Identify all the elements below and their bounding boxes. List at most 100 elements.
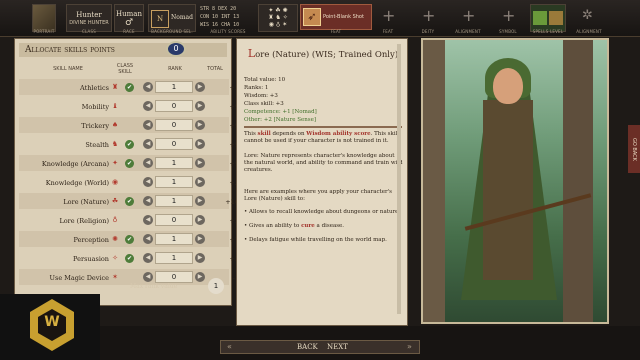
nomad-icon: N	[151, 10, 169, 28]
rank-value: 1	[155, 176, 193, 188]
ability-score-link[interactable]: Wisdom ability score	[306, 131, 370, 137]
race-caption: RACE	[123, 29, 135, 34]
next-button[interactable]: NEXT	[327, 343, 348, 351]
increase-rank-button[interactable]: ▶	[195, 234, 205, 244]
feat2-plus-icon[interactable]: +	[382, 8, 395, 24]
increase-rank-button[interactable]: ▶	[195, 272, 205, 282]
race-step[interactable]: Human ♂	[114, 4, 144, 32]
skill-row[interactable]: Stealth ♞ ✔ ◀ 0 ▶ +5	[19, 136, 239, 152]
decrease-rank-button[interactable]: ◀	[143, 158, 153, 168]
decrease-rank-button[interactable]: ◀	[143, 177, 153, 187]
go-back-tab[interactable]: GO BACK	[628, 125, 640, 173]
increase-rank-button[interactable]: ▶	[195, 101, 205, 111]
deity-plus-icon[interactable]: +	[422, 8, 435, 24]
bow-feat-icon: ➶	[303, 8, 321, 26]
header-class-skill: CLASS SKILL	[116, 63, 134, 75]
skill-icon: ♞	[111, 140, 119, 148]
symbol-plus-icon[interactable]: +	[502, 8, 515, 24]
alignment-caption: ALIGNMENT	[455, 29, 481, 34]
creation-steps-bar: PORTRAIT Hunter DIVINE HUNTER CLASS Huma…	[0, 0, 640, 37]
decrease-rank-button[interactable]: ◀	[143, 234, 153, 244]
skill-row[interactable]: Lore (Religion) ♁ ◀ 0 ▶ +3	[19, 212, 239, 228]
decrease-rank-button[interactable]: ◀	[143, 196, 153, 206]
skill-name: Use Magic Device	[49, 274, 110, 282]
skill-name: Trickery	[81, 122, 109, 130]
description-scrollbar[interactable]	[397, 44, 401, 314]
rank-value: 0	[155, 271, 193, 283]
feat-step[interactable]: ➶ Point-Blank Shot	[300, 4, 372, 30]
class-skill-check-icon: ✔	[125, 197, 134, 206]
portrait-step[interactable]	[32, 4, 56, 32]
increase-rank-button[interactable]: ▶	[195, 158, 205, 168]
class-sub: DIVINE HUNTER	[69, 20, 109, 26]
logo-letter-icon: W	[44, 314, 60, 330]
skill-total: +5	[229, 122, 239, 130]
description-p2: Lore: Nature represents character's know…	[244, 153, 403, 173]
decrease-rank-button[interactable]: ◀	[143, 272, 153, 282]
ability-scores-step[interactable]: STR 8 DEX 20 CON 10 INT 13 WIS 16 CHA 10	[200, 5, 252, 29]
spells-step[interactable]	[530, 4, 566, 32]
skill-total: +7	[229, 236, 239, 244]
skill-row[interactable]: Lore (Nature) ☘ ✔ ◀ 1 ▶ +10	[19, 193, 239, 209]
skill-total: +3	[229, 84, 239, 92]
background-step[interactable]: N Nomad	[148, 4, 196, 32]
increase-rank-button[interactable]: ▶	[195, 253, 205, 263]
decrease-rank-button[interactable]: ◀	[143, 101, 153, 111]
skills-step[interactable]: ✦ ☘ ✺ ♜ ♞ ✧ ◉ ♁ ✶	[258, 4, 298, 32]
skill-link[interactable]: skill	[258, 131, 271, 137]
background-name: Nomad	[171, 14, 193, 21]
skill-row[interactable]: Use Magic Device✶◀0▶-1	[19, 269, 239, 285]
skill-icon: ♠	[111, 121, 119, 129]
increase-rank-button[interactable]: ▶	[195, 139, 205, 149]
increase-rank-button[interactable]: ▶	[195, 196, 205, 206]
decrease-rank-button[interactable]: ◀	[143, 82, 153, 92]
back-button[interactable]: BACK	[297, 343, 318, 351]
stat-wis: WIS 16	[200, 22, 219, 28]
skill-row[interactable]: Athletics ♜ ✔ ◀ 1 ▶ +3	[19, 79, 239, 95]
character-portrait-art	[421, 38, 609, 324]
skill-description-panel: Lore (Nature) (WIS; Trained Only) Total …	[236, 38, 408, 326]
b2-post: a disease.	[314, 223, 345, 229]
header-skill-name: SKILL NAME	[53, 66, 83, 72]
skill-row[interactable]: Knowledge (World) ◉ ◀ 1 ▶ +2	[19, 174, 239, 190]
class-step[interactable]: Hunter DIVINE HUNTER	[66, 4, 112, 32]
ability-scores-caption: ABILITY SCORES	[210, 29, 246, 34]
spells-caption: SPELLS LEVEL	[532, 29, 564, 34]
alignment-caption-2: ALIGNMENT	[576, 29, 602, 34]
rank-value: 0	[155, 138, 193, 150]
feat2-caption: FEAT	[382, 29, 394, 34]
increase-rank-button[interactable]: ▶	[195, 177, 205, 187]
alignment-plus-icon[interactable]: +	[462, 8, 475, 24]
wisdom-value: Wisdom: +3	[244, 93, 278, 99]
skill-total: +5	[229, 160, 239, 168]
decrease-rank-button[interactable]: ◀	[143, 120, 153, 130]
rank-value: 0	[155, 100, 193, 112]
rank-value: 0	[155, 214, 193, 226]
increase-rank-button[interactable]: ▶	[195, 120, 205, 130]
increase-rank-button[interactable]: ▶	[195, 82, 205, 92]
gear-icon[interactable]: ✲	[582, 8, 593, 24]
character-creation-screen: PORTRAIT Hunter DIVINE HUNTER CLASS Huma…	[0, 0, 640, 360]
decrease-rank-button[interactable]: ◀	[143, 139, 153, 149]
stat-int: INT 13	[221, 14, 240, 20]
increase-rank-button[interactable]: ▶	[195, 215, 205, 225]
decrease-rank-button[interactable]: ◀	[143, 253, 153, 263]
skill-total: +10	[225, 198, 239, 206]
skill-total: +2	[229, 179, 239, 187]
skill-name: Stealth	[85, 141, 109, 149]
next-double-arrow-icon[interactable]: »	[407, 342, 412, 351]
skill-row[interactable]: Persuasion ✧ ✔ ◀ 1 ▶ +3	[19, 250, 239, 266]
class-caption: CLASS	[82, 29, 96, 34]
skill-icon: ✺	[112, 235, 118, 243]
description-p1: This skill depends on Wisdom ability sco…	[244, 131, 404, 145]
skill-row[interactable]: Mobility ♝ ◀ 0 ▶ +5	[19, 98, 239, 114]
spell-wing-icon	[549, 11, 563, 25]
rank-value: 1	[155, 252, 193, 264]
cure-link[interactable]: cure	[301, 223, 315, 229]
skill-row[interactable]: Trickery ♠ ◀ 0 ▶ +5	[19, 117, 239, 133]
back-double-arrow-icon[interactable]: «	[227, 342, 232, 351]
decrease-rank-button[interactable]: ◀	[143, 215, 153, 225]
stat-dex: DEX 20	[218, 6, 237, 12]
skill-row[interactable]: Knowledge (Arcana) ✦ ✔ ◀ 1 ▶ +5	[19, 155, 239, 171]
skill-row[interactable]: Perception ✺ ✔ ◀ 1 ▶ +7	[19, 231, 239, 247]
